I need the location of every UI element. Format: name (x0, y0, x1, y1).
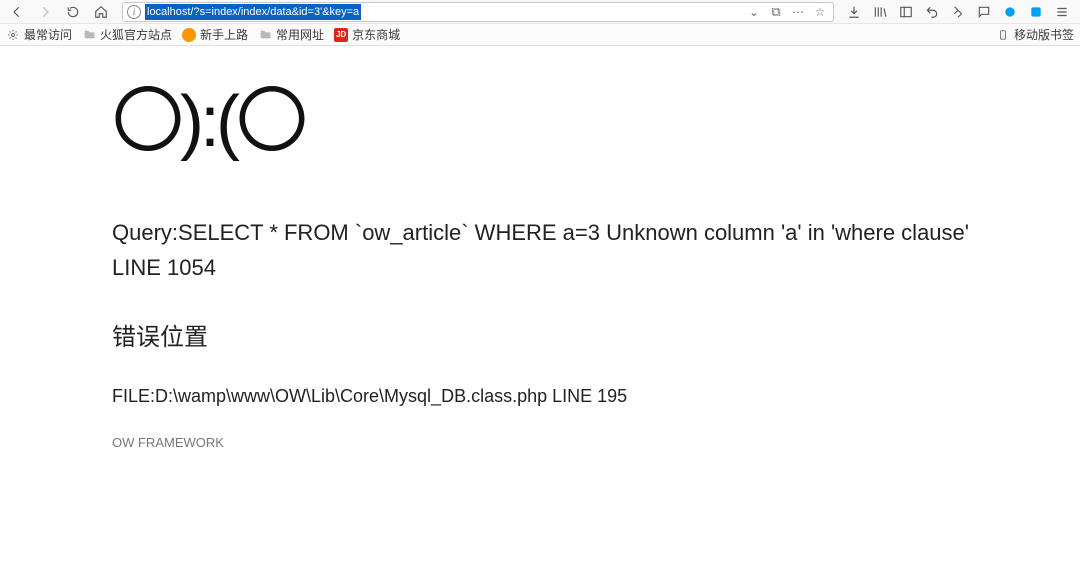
site-info-icon[interactable]: i (127, 5, 141, 19)
folder-icon (258, 28, 272, 42)
toolbar-right (842, 1, 1076, 23)
browser-nav-bar: i localhost/?s=index/index/data&id=3'&ke… (0, 0, 1080, 24)
bookmark-label: 移动版书签 (1014, 26, 1074, 43)
reader-mode-icon[interactable]: ⧉ (767, 4, 785, 20)
error-query-line: LINE 1054 (112, 255, 1080, 281)
bookmark-item-most-visited[interactable]: 最常访问 (6, 26, 72, 43)
back-button[interactable] (4, 1, 30, 23)
bookmark-item-jd[interactable]: JD 京东商城 (334, 26, 400, 43)
url-bar[interactable]: i localhost/?s=index/index/data&id=3'&ke… (122, 2, 834, 22)
bookmark-label: 京东商城 (352, 26, 400, 43)
home-icon (94, 5, 108, 19)
bookmark-label: 火狐官方站点 (100, 26, 172, 43)
extension-blue2-icon[interactable] (1024, 1, 1048, 23)
arrow-right-icon (38, 5, 52, 19)
page-actions-icon[interactable]: ⋯ (789, 5, 807, 19)
downloads-icon[interactable] (842, 1, 866, 23)
menu-button[interactable] (1050, 1, 1074, 23)
error-location-heading: 错误位置 (112, 317, 1080, 352)
bookmark-star-icon[interactable]: ☆ (811, 5, 829, 19)
bookmark-label: 新手上路 (200, 26, 248, 43)
framework-signature: OW FRAMEWORK (112, 435, 1080, 450)
bookmark-item-common-sites[interactable]: 常用网址 (258, 26, 324, 43)
bookmark-item-firefox-official[interactable]: 火狐官方站点 (82, 26, 172, 43)
forward-button[interactable] (32, 1, 58, 23)
bookmark-label: 最常访问 (24, 26, 72, 43)
reload-icon (66, 5, 80, 19)
extension-blue1-icon[interactable] (998, 1, 1022, 23)
bookmark-item-getting-started[interactable]: 新手上路 (182, 26, 248, 43)
folder-icon (82, 28, 96, 42)
gear-icon (6, 28, 20, 42)
arrow-left-icon (10, 5, 24, 19)
firefox-icon (182, 28, 196, 42)
extension1-icon[interactable] (946, 1, 970, 23)
mobile-icon (996, 28, 1010, 42)
bookmarks-bar: 最常访问 火狐官方站点 新手上路 常用网址 JD 京东商城 移动版书签 (0, 24, 1080, 46)
chat-icon[interactable] (972, 1, 996, 23)
error-face: 〇):(〇 (112, 86, 1080, 158)
home-button[interactable] (88, 1, 114, 23)
error-page: 〇):(〇 Query:SELECT * FROM `ow_article` W… (0, 46, 1080, 450)
undo-icon[interactable] (920, 1, 944, 23)
url-text: localhost/?s=index/index/data&id=3'&key=… (145, 4, 361, 20)
sidebar-icon[interactable] (894, 1, 918, 23)
reload-button[interactable] (60, 1, 86, 23)
library-icon[interactable] (868, 1, 892, 23)
error-file-text: FILE:D:\wamp\www\OW\Lib\Core\Mysql_DB.cl… (112, 386, 1080, 407)
dropdown-icon[interactable]: ⌄ (745, 5, 763, 19)
jd-icon: JD (334, 28, 348, 42)
error-query-text: Query:SELECT * FROM `ow_article` WHERE a… (112, 218, 972, 249)
mobile-bookmarks[interactable]: 移动版书签 (996, 26, 1074, 43)
bookmark-label: 常用网址 (276, 26, 324, 43)
